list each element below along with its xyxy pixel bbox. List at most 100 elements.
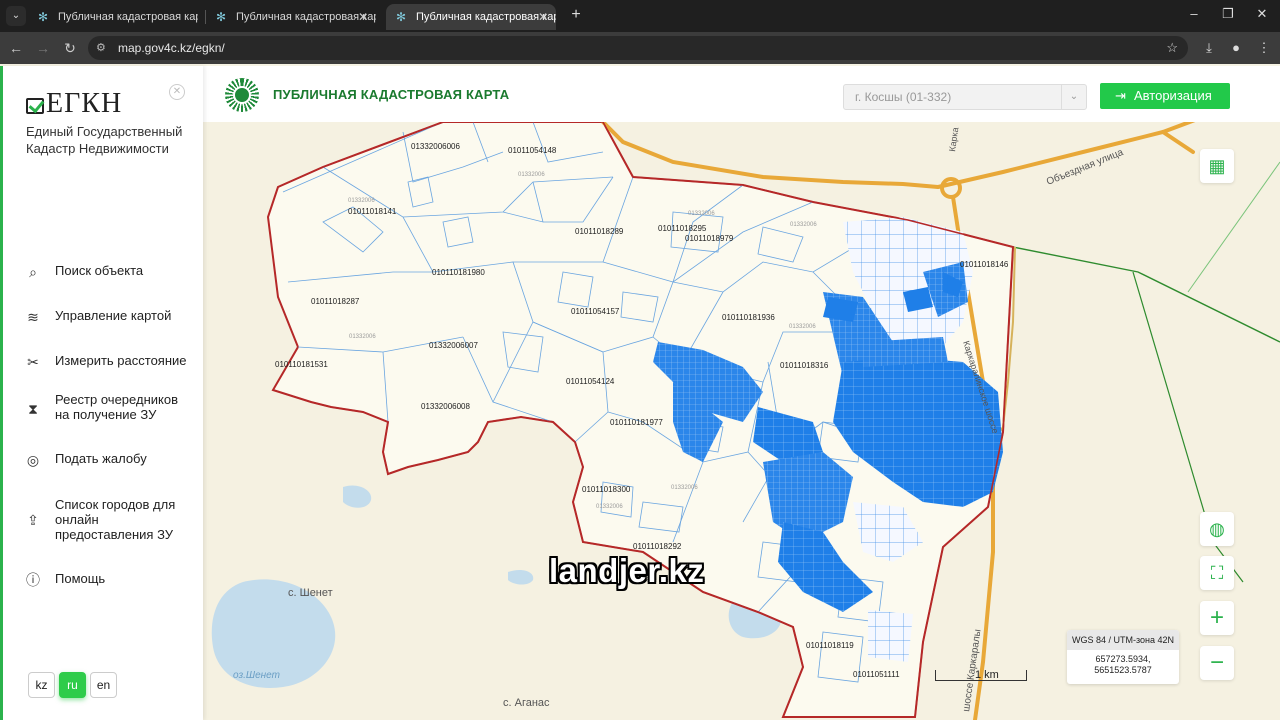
calendar-icon[interactable]: ▦	[1200, 149, 1234, 183]
logo-text: ЕГКН	[46, 88, 123, 119]
cadastral-map[interactable]: 01332006006 01011054148 01011018141 0101…	[203, 122, 1280, 720]
browser-menu-icon[interactable]: ⋮	[1254, 38, 1274, 58]
lang-ru-button[interactable]: ru	[59, 672, 86, 698]
browser-tab[interactable]: ✻ Публичная кадастровая карта ✕	[206, 4, 376, 30]
minimize-icon[interactable]: –	[1184, 6, 1204, 21]
parcel-label: 01332006007	[429, 341, 478, 350]
reload-icon[interactable]: ↻	[60, 38, 80, 58]
zoom-out-button[interactable]: −	[1200, 646, 1234, 680]
back-icon[interactable]: ←	[6, 38, 26, 58]
grey-parcel-label: 01332006	[789, 324, 816, 330]
site-favicon-icon: ✻	[38, 10, 49, 24]
parcel-label: 01011018287	[311, 297, 360, 306]
chevron-down-icon: ⌄	[1061, 85, 1086, 109]
parcel-label: 01011018146	[960, 260, 1009, 269]
coord-y: 5651523.5787	[1094, 665, 1152, 675]
sidebar-close-icon[interactable]: ✕	[169, 84, 185, 100]
emblem-logo-icon	[223, 76, 261, 114]
globe-icon[interactable]: ◍	[1200, 512, 1234, 546]
zoom-in-button[interactable]: +	[1200, 601, 1234, 635]
layers-icon: ≋	[27, 309, 39, 325]
place-label: с. Шенет	[288, 587, 333, 599]
site-favicon-icon: ✻	[216, 10, 227, 24]
region-value: г. Косшы (01-332)	[855, 90, 952, 104]
parcel-label: 01011018289	[575, 227, 624, 236]
grey-parcel-label: 01332006	[349, 334, 376, 340]
scale-label: 1 km	[975, 669, 999, 681]
grey-parcel-label: 01332006	[790, 222, 817, 228]
menu-label: Измерить расстояние	[55, 353, 187, 368]
region-select[interactable]: г. Косшы (01-332) ⌄	[843, 84, 1087, 110]
bookmark-star-icon[interactable]: ☆	[1166, 36, 1178, 60]
parcel-label: 01332006008	[421, 402, 470, 411]
parcel-label: 01011054124	[566, 377, 615, 386]
coordinate-display: WGS 84 / UTM-зона 42N 657273.5934, 56515…	[1067, 630, 1179, 684]
parcel-label: 01011054157	[571, 307, 620, 316]
menu-label: Помощь	[55, 571, 106, 586]
login-button[interactable]: ⇥ Авторизация	[1100, 83, 1230, 109]
tab-title: Публичная кадастровая карта	[236, 11, 376, 23]
grey-parcel-label: 01332006	[518, 172, 545, 178]
hourglass-icon: ⧗	[28, 401, 38, 417]
forward-icon[interactable]: →	[33, 38, 53, 58]
menu-label: Реестр очередников на получение ЗУ	[55, 392, 178, 422]
parcel-label: 010110181936	[722, 313, 775, 322]
app-title: ПУБЛИЧНАЯ КАДАСТРОВАЯ КАРТА	[273, 87, 510, 102]
tab-close-icon[interactable]: ✕	[538, 4, 548, 30]
fullscreen-icon[interactable]: ⛶	[1200, 556, 1234, 590]
parcel-label: 010110181980	[432, 268, 485, 277]
download-icon[interactable]: ⤓	[1199, 38, 1219, 58]
coord-x: 657273.5934,	[1095, 654, 1151, 664]
parcel-label: 01011018292	[633, 542, 682, 551]
parcel-label: 010110181977	[610, 418, 663, 427]
menu-label: Поиск объекта	[55, 263, 144, 278]
lang-en-button[interactable]: en	[90, 672, 117, 698]
parcel-label: 01011018295	[658, 224, 707, 233]
search-icon: ⌕	[29, 264, 37, 280]
tab-close-icon[interactable]: ✕	[358, 4, 368, 30]
grey-parcel-label: 01332006	[348, 198, 375, 204]
checkbox-logo-icon	[26, 98, 44, 114]
parcel-label: 01011054148	[508, 146, 557, 155]
window-close-icon[interactable]: ✕	[1252, 6, 1272, 22]
login-label: Авторизация	[1134, 88, 1212, 103]
browser-tab-active[interactable]: ✻ Публичная кадастровая карта ✕	[386, 4, 556, 30]
url-text: map.gov4c.kz/egkn/	[118, 41, 225, 55]
browser-tab-bar: ⌄ ✻ Публичная кадастровая карта ✻ Публич…	[0, 0, 1280, 32]
browser-tab[interactable]: ✻ Публичная кадастровая карта	[28, 4, 198, 30]
app-header: ПУБЛИЧНАЯ КАДАСТРОВАЯ КАРТА г. Косшы (01…	[203, 66, 1280, 122]
parcel-label: 01011018119	[806, 641, 854, 650]
browser-toolbar: ← → ↻ ⚙ map.gov4c.kz/egkn/ ☆ ⤓ ● ⋮	[0, 32, 1280, 64]
site-info-icon[interactable]: ⚙	[96, 36, 106, 60]
place-label: с. Аганас	[503, 697, 550, 709]
parcel-label: 01332006006	[411, 142, 460, 151]
menu-label: Управление картой	[55, 308, 172, 323]
tab-title: Публичная кадастровая карта	[416, 11, 556, 23]
sidebar-accent-bar	[0, 66, 3, 720]
coord-system-label: WGS 84 / UTM-зона 42N	[1067, 630, 1179, 650]
parcel-label: 010110181531	[275, 360, 328, 369]
lake-label: оз.Шенет	[233, 670, 280, 681]
parcel-label: 01011018979	[685, 234, 734, 243]
tab-search-button[interactable]: ⌄	[6, 6, 26, 26]
login-icon: ⇥	[1115, 88, 1126, 103]
lang-kz-button[interactable]: kz	[28, 672, 55, 698]
parcel-label: 01011018141	[348, 207, 397, 216]
grey-parcel-label: 01332006	[688, 211, 715, 217]
menu-label: Подать жалобу	[55, 451, 147, 466]
grey-parcel-label: 01332006	[671, 485, 698, 491]
tab-title: Публичная кадастровая карта	[58, 11, 198, 23]
watermark-text: landjer.kz	[549, 552, 705, 589]
parcel-label: 01011018316	[780, 361, 829, 370]
help-icon: ⓘ	[26, 572, 40, 588]
grey-parcel-label: 01332006	[596, 504, 623, 510]
address-bar[interactable]: ⚙ map.gov4c.kz/egkn/ ☆	[88, 36, 1188, 60]
upload-doc-icon: ⇪	[27, 512, 39, 528]
profile-icon[interactable]: ●	[1226, 38, 1246, 58]
complaint-icon: ◎	[26, 452, 40, 468]
new-tab-button[interactable]: +	[568, 6, 584, 24]
menu-label: Список городов для онлайн предоставления…	[55, 497, 176, 542]
restore-icon[interactable]: ❐	[1218, 6, 1238, 22]
parcel-label: 01011018300	[582, 485, 631, 494]
sidebar: ЕГКН ✕ Единый Государственный Кадастр Не…	[0, 66, 203, 720]
